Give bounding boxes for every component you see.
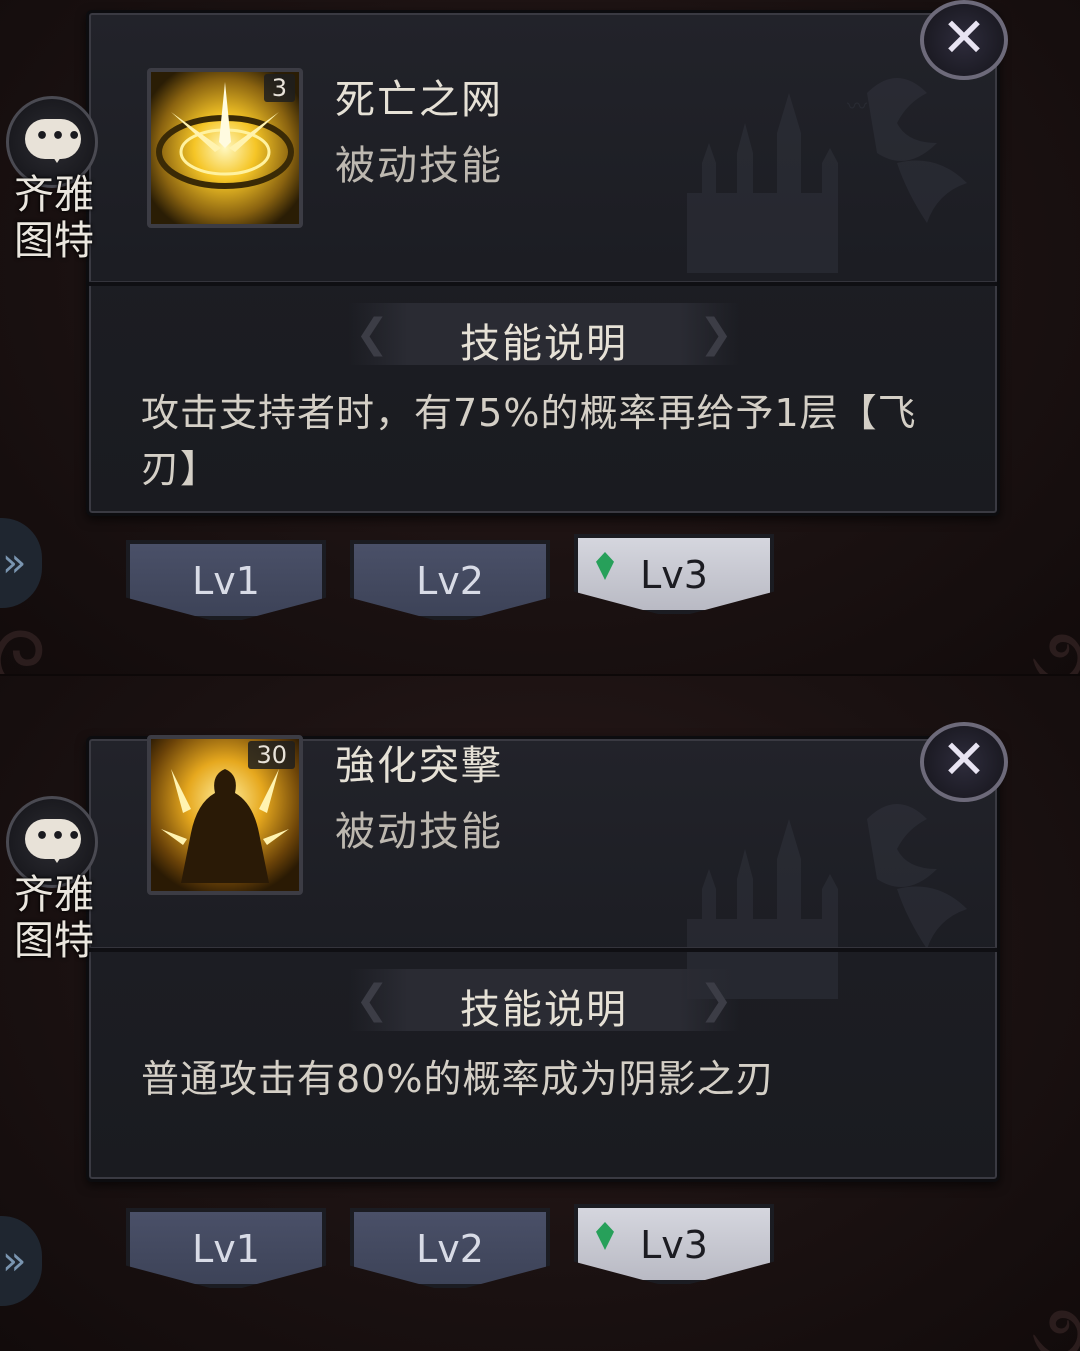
level-tab-label: Lv2 (416, 559, 484, 603)
ornament-icon: ૭ (1030, 610, 1080, 675)
skill-icon-level: 3 (263, 74, 295, 102)
character-name: 齐雅 图特 (14, 172, 94, 264)
level-tab-2[interactable]: Lv2 (350, 1208, 550, 1288)
divider (89, 947, 997, 952)
gem-icon (596, 552, 614, 580)
level-tab-label: Lv3 (640, 1223, 708, 1267)
skill-name: 強化突擊 (335, 743, 503, 789)
skill-name: 死亡之网 (335, 77, 503, 123)
ornament-icon: ૭ (1030, 1286, 1080, 1351)
section-header: ❮ ❯ 技能说明 (349, 303, 739, 367)
section-header: ❮ ❯ 技能说明 (349, 969, 739, 1033)
level-tab-1[interactable]: Lv1 (126, 540, 326, 620)
skill-description: 攻击支持者时，有75%的概率再给予1层【飞刃】 (141, 391, 917, 491)
double-chevron-right-icon: » (2, 1238, 27, 1284)
level-tab-2[interactable]: Lv2 (350, 540, 550, 620)
level-tab-3[interactable]: Lv3 (574, 1204, 774, 1284)
skill-type: 被动技能 (335, 809, 503, 855)
level-tab-label: Lv1 (192, 1227, 260, 1271)
skill-icon[interactable]: 3 (147, 68, 303, 228)
level-tab-label: Lv3 (640, 553, 708, 597)
skill-card: 30 強化突擊 被动技能 ❮ ❯ 技能说明 普通攻击有80%的概率成为阴影之刃 (86, 735, 1000, 1182)
close-button[interactable]: ✕ (920, 0, 1008, 80)
skill-icon[interactable]: 30 (147, 735, 303, 895)
divider (89, 281, 997, 286)
skill-panel-1: ૭ ᘓ 〰 3 死亡之网 被动技能 ❮ ❯ 技能说明 攻击支持者时，有75%的概… (0, 0, 1080, 675)
ornament-icon: ᘓ (0, 615, 47, 675)
skill-icon-level: 30 (248, 741, 295, 769)
svg-text:〰: 〰 (847, 94, 867, 118)
castle-silhouette (687, 804, 967, 999)
level-tab-label: Lv1 (192, 559, 260, 603)
gem-icon (596, 1222, 614, 1250)
section-title: 技能说明 (460, 321, 628, 367)
side-expand-button[interactable]: » (0, 1216, 42, 1306)
double-chevron-right-icon: » (2, 540, 27, 586)
castle-silhouette: 〰 (687, 78, 967, 273)
close-icon: ✕ (941, 6, 987, 69)
skill-type: 被动技能 (335, 143, 503, 189)
close-button[interactable]: ✕ (920, 722, 1008, 802)
section-title: 技能说明 (460, 987, 628, 1033)
level-tab-3[interactable]: Lv3 (574, 534, 774, 614)
character-name: 齐雅 图特 (14, 872, 94, 964)
side-expand-button[interactable]: » (0, 518, 42, 608)
level-tab-1[interactable]: Lv1 (126, 1208, 326, 1288)
skill-panel-2: ૭ 30 強化突擊 被动技能 ❮ ❯ 技能说明 普通攻击有80%的概率成为阴影之… (0, 676, 1080, 1351)
close-icon: ✕ (941, 728, 987, 791)
skill-description: 普通攻击有80%的概率成为阴影之刃 (141, 1057, 775, 1101)
skill-card: 〰 3 死亡之网 被动技能 ❮ ❯ 技能说明 攻击支持者时，有75%的概率再给予… (86, 10, 1000, 516)
level-tab-label: Lv2 (416, 1227, 484, 1271)
